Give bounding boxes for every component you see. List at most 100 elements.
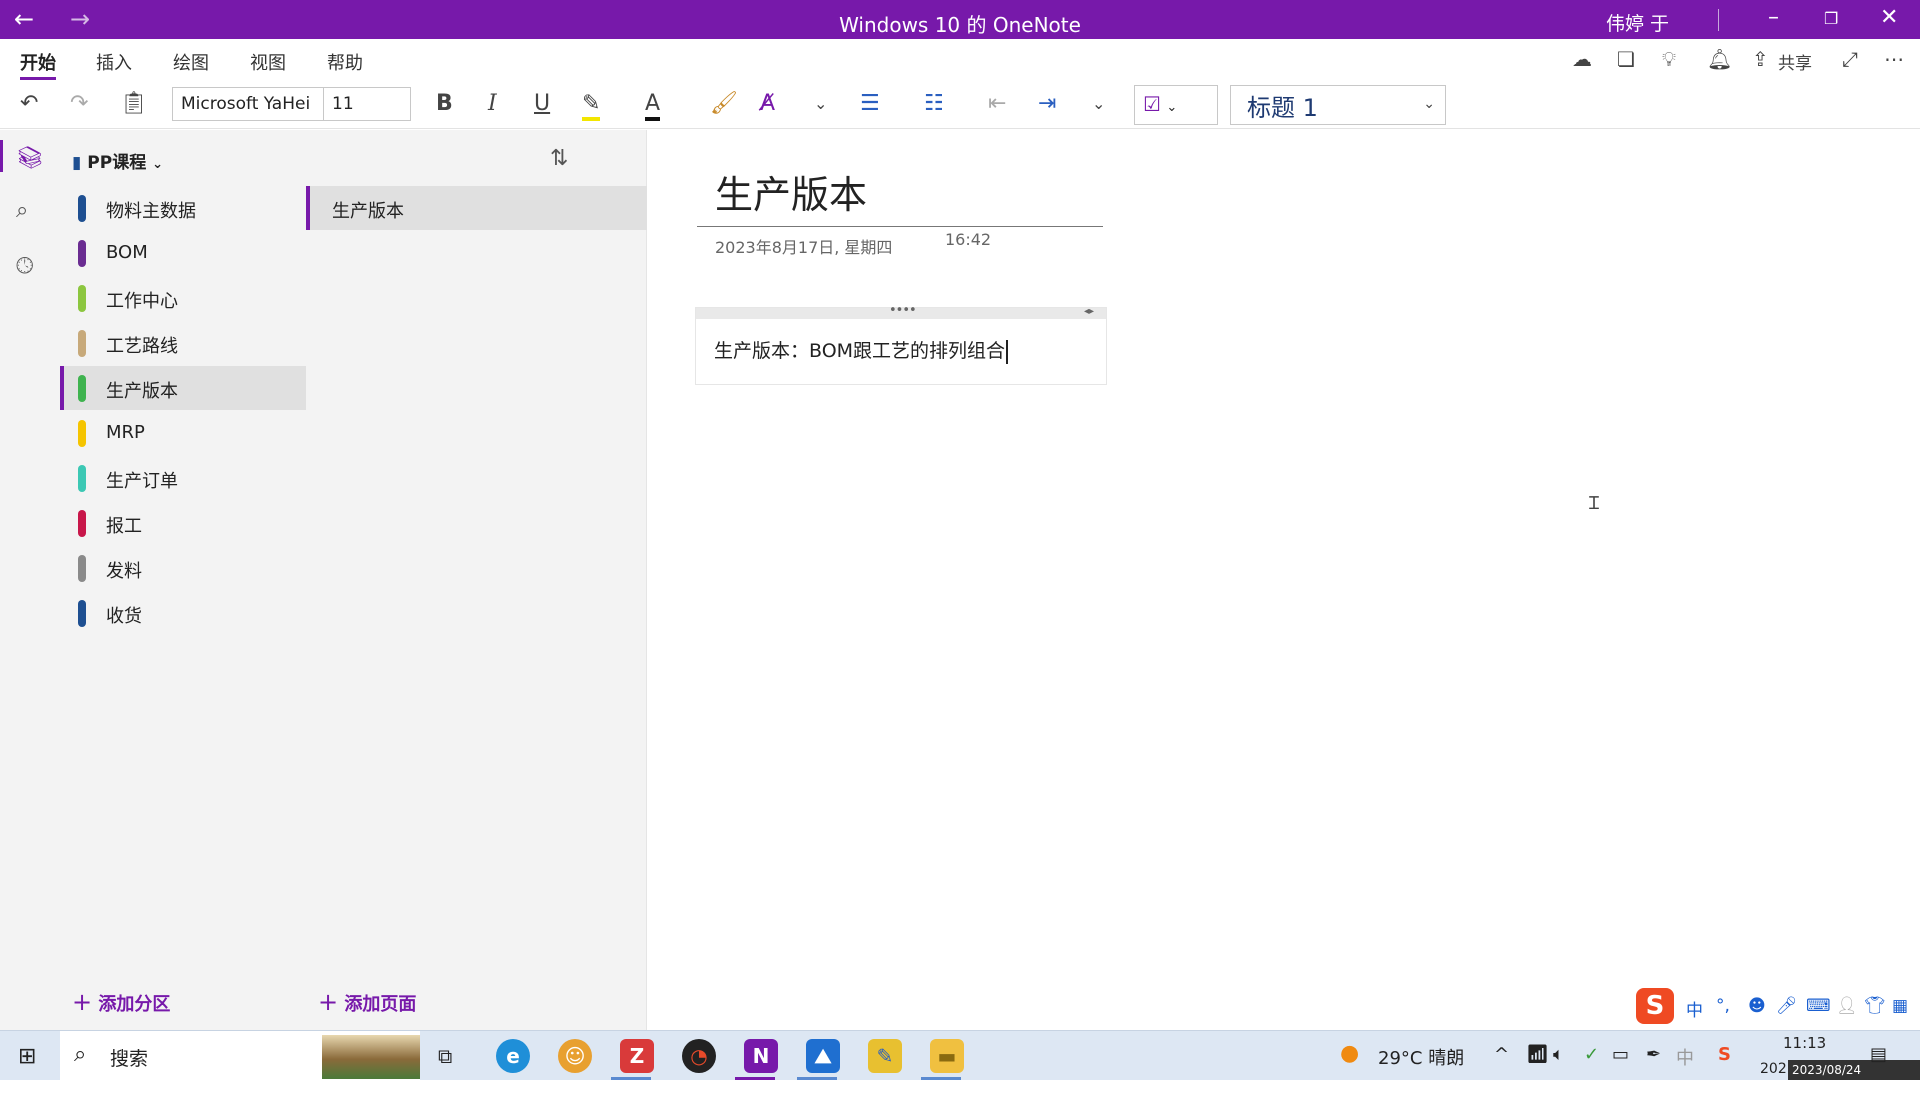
bullet-list-icon[interactable]: ☰ <box>860 91 880 117</box>
section-item[interactable]: MRP <box>60 411 306 455</box>
ime-tray-icon[interactable]: 中 <box>1676 1044 1694 1070</box>
add-section-button[interactable]: + 添加分区 <box>72 988 170 1016</box>
page-canvas[interactable]: 生产版本 2023年8月17日, 星期四 16:42 •••• ◂▸ 生产版本：… <box>647 130 1920 1030</box>
note-text[interactable]: 生产版本：BOM跟工艺的排列组合 <box>714 336 1009 364</box>
bell-icon[interactable]: 🔔︎ <box>1707 47 1732 71</box>
undo-icon[interactable]: ↶ <box>20 91 38 117</box>
increase-indent-icon[interactable]: ⇥ <box>1038 91 1056 117</box>
numbered-list-icon[interactable]: ☷ <box>924 91 944 117</box>
file-explorer-icon[interactable]: ▬ <box>930 1039 964 1073</box>
page-time: 16:42 <box>945 230 992 249</box>
pie-app-icon[interactable]: ◔ <box>682 1039 716 1073</box>
tab-draw[interactable]: 绘图 <box>173 49 209 75</box>
close-icon[interactable]: ✕ <box>1880 5 1898 30</box>
network-icon[interactable]: 📶︎ <box>1526 1044 1549 1065</box>
task-view-icon[interactable]: ⧉ <box>438 1044 452 1068</box>
user-icon[interactable]: 👤︎ <box>1836 996 1858 1016</box>
section-item[interactable]: 生产版本 <box>60 366 306 410</box>
taskbar-search[interactable]: ⌕ 搜索 <box>60 1031 420 1081</box>
sort-icon[interactable]: ⇅ <box>550 146 568 171</box>
redo-icon[interactable]: ↷ <box>70 91 88 117</box>
chevron-down-icon[interactable]: ⌄ <box>814 91 827 117</box>
edge-icon[interactable]: e <box>496 1039 530 1073</box>
user-name[interactable]: 伟婷 于 <box>1606 9 1669 36</box>
section-item-label: MRP <box>106 422 145 443</box>
battery-icon[interactable]: ▭ <box>1612 1044 1629 1065</box>
notification-center-icon[interactable]: ▤ <box>1870 1044 1887 1065</box>
tab-insert[interactable]: 插入 <box>96 49 132 75</box>
section-item[interactable]: 工艺路线 <box>60 321 306 365</box>
sync-status-icon[interactable]: ☁ <box>1572 47 1592 71</box>
ime-mode[interactable]: 中 <box>1686 996 1703 1021</box>
clock-time[interactable]: 11:13 <box>1783 1034 1826 1052</box>
note-container[interactable]: •••• ◂▸ 生产版本：BOM跟工艺的排列组合 <box>695 303 1107 385</box>
fullscreen-icon[interactable]: ⤢ <box>1842 47 1858 71</box>
bold-icon[interactable]: B <box>436 91 453 117</box>
zotero-icon[interactable]: Z <box>620 1039 654 1073</box>
pen-icon[interactable]: ✒ <box>1646 1044 1661 1065</box>
clock-date-partial: 202 <box>1760 1061 1787 1077</box>
tab-view[interactable]: 视图 <box>250 49 286 75</box>
restore-icon[interactable]: ❐ <box>1824 9 1838 28</box>
chevron-up-icon[interactable]: ^ <box>1494 1044 1509 1065</box>
tab-home[interactable]: 开始 <box>20 49 56 75</box>
sogou-tray-icon[interactable]: S <box>1718 1044 1731 1065</box>
notes-app-icon[interactable]: ✎ <box>868 1039 902 1073</box>
keyboard-icon[interactable]: ⌨ <box>1806 996 1831 1016</box>
skin-shirt-icon[interactable]: 👕︎ <box>1864 996 1886 1016</box>
onenote-icon[interactable]: N <box>744 1039 778 1073</box>
search-icon[interactable]: ⌕ <box>16 198 28 223</box>
section-item[interactable]: 报工 <box>60 501 306 545</box>
notebook-picker[interactable]: ▮ PP课程 ⌄ <box>72 148 163 173</box>
todo-tag-dropdown[interactable]: ☑ ⌄ <box>1134 85 1218 125</box>
resize-arrows-icon[interactable]: ◂▸ <box>1084 306 1094 317</box>
emoji-icon[interactable]: ☻ <box>1748 996 1766 1016</box>
page-title[interactable]: 生产版本 <box>715 164 867 219</box>
section-item[interactable]: 物料主数据 <box>60 186 306 230</box>
share-button[interactable]: 共享 <box>1778 49 1812 74</box>
font-name-input[interactable]: Microsoft YaHei <box>172 87 324 121</box>
section-item-label: 物料主数据 <box>106 201 196 222</box>
chevron-down-icon[interactable]: ⌄ <box>1092 91 1105 117</box>
font-color-icon[interactable]: A <box>645 91 661 121</box>
section-item[interactable]: 发料 <box>60 546 306 590</box>
windows-start-icon[interactable]: ⊞ <box>18 1044 36 1069</box>
clear-format-icon[interactable]: A̸ <box>760 91 775 117</box>
page-item[interactable]: 生产版本 <box>306 186 647 230</box>
notebooks-icon[interactable]: 📚︎ <box>16 146 44 171</box>
underline-icon[interactable]: U <box>534 91 550 117</box>
weather-sun-icon[interactable]: ● <box>1340 1041 1359 1066</box>
notebook-name: PP课程 <box>87 153 147 173</box>
font-size-input[interactable]: 11 <box>323 87 411 121</box>
security-icon[interactable]: ✓ <box>1584 1044 1599 1065</box>
page-copy-icon[interactable]: ❏ <box>1617 47 1635 71</box>
style-dropdown[interactable]: 标题 1 ⌄ <box>1230 85 1446 125</box>
format-painter-icon[interactable]: 🖌︎ <box>710 91 738 117</box>
lightbulb-icon[interactable]: 💡︎ <box>1662 47 1676 71</box>
section-item-label: 报工 <box>106 516 142 537</box>
grid-menu-icon[interactable]: ▦ <box>1892 996 1908 1016</box>
section-item[interactable]: 工作中心 <box>60 276 306 320</box>
weather-text[interactable]: 29°C 晴朗 <box>1378 1044 1464 1070</box>
left-rail: 📚︎ ⌕ 🕓︎ <box>0 130 60 1030</box>
share-icon[interactable]: ⇪ <box>1752 47 1769 71</box>
volume-icon[interactable]: 🔈︎ <box>1553 1044 1564 1065</box>
notebook-icon: ▮ <box>72 153 82 173</box>
highlight-icon[interactable]: ✎ <box>582 91 601 121</box>
clipboard-icon[interactable]: 📋︎ <box>120 91 148 117</box>
tab-help[interactable]: 帮助 <box>327 49 363 75</box>
recent-clock-icon[interactable]: 🕓︎ <box>16 254 33 279</box>
add-page-button[interactable]: + 添加页面 <box>318 988 416 1016</box>
app-orange-icon[interactable]: ☺ <box>558 1039 592 1073</box>
microphone-icon[interactable]: 🎤︎ <box>1776 996 1798 1016</box>
section-item[interactable]: 生产订单 <box>60 456 306 500</box>
ime-punctuation[interactable]: °, <box>1716 996 1730 1016</box>
section-item[interactable]: 收货 <box>60 591 306 635</box>
section-item[interactable]: BOM <box>60 231 306 275</box>
sogou-logo-icon[interactable]: S <box>1636 988 1674 1024</box>
decrease-indent-icon[interactable]: ⇤ <box>988 91 1006 117</box>
italic-icon[interactable]: I <box>488 91 497 117</box>
minimize-icon[interactable]: – <box>1768 5 1779 30</box>
photos-icon[interactable]: ⛰ <box>806 1039 840 1073</box>
more-options-icon[interactable]: ⋯ <box>1884 47 1904 71</box>
